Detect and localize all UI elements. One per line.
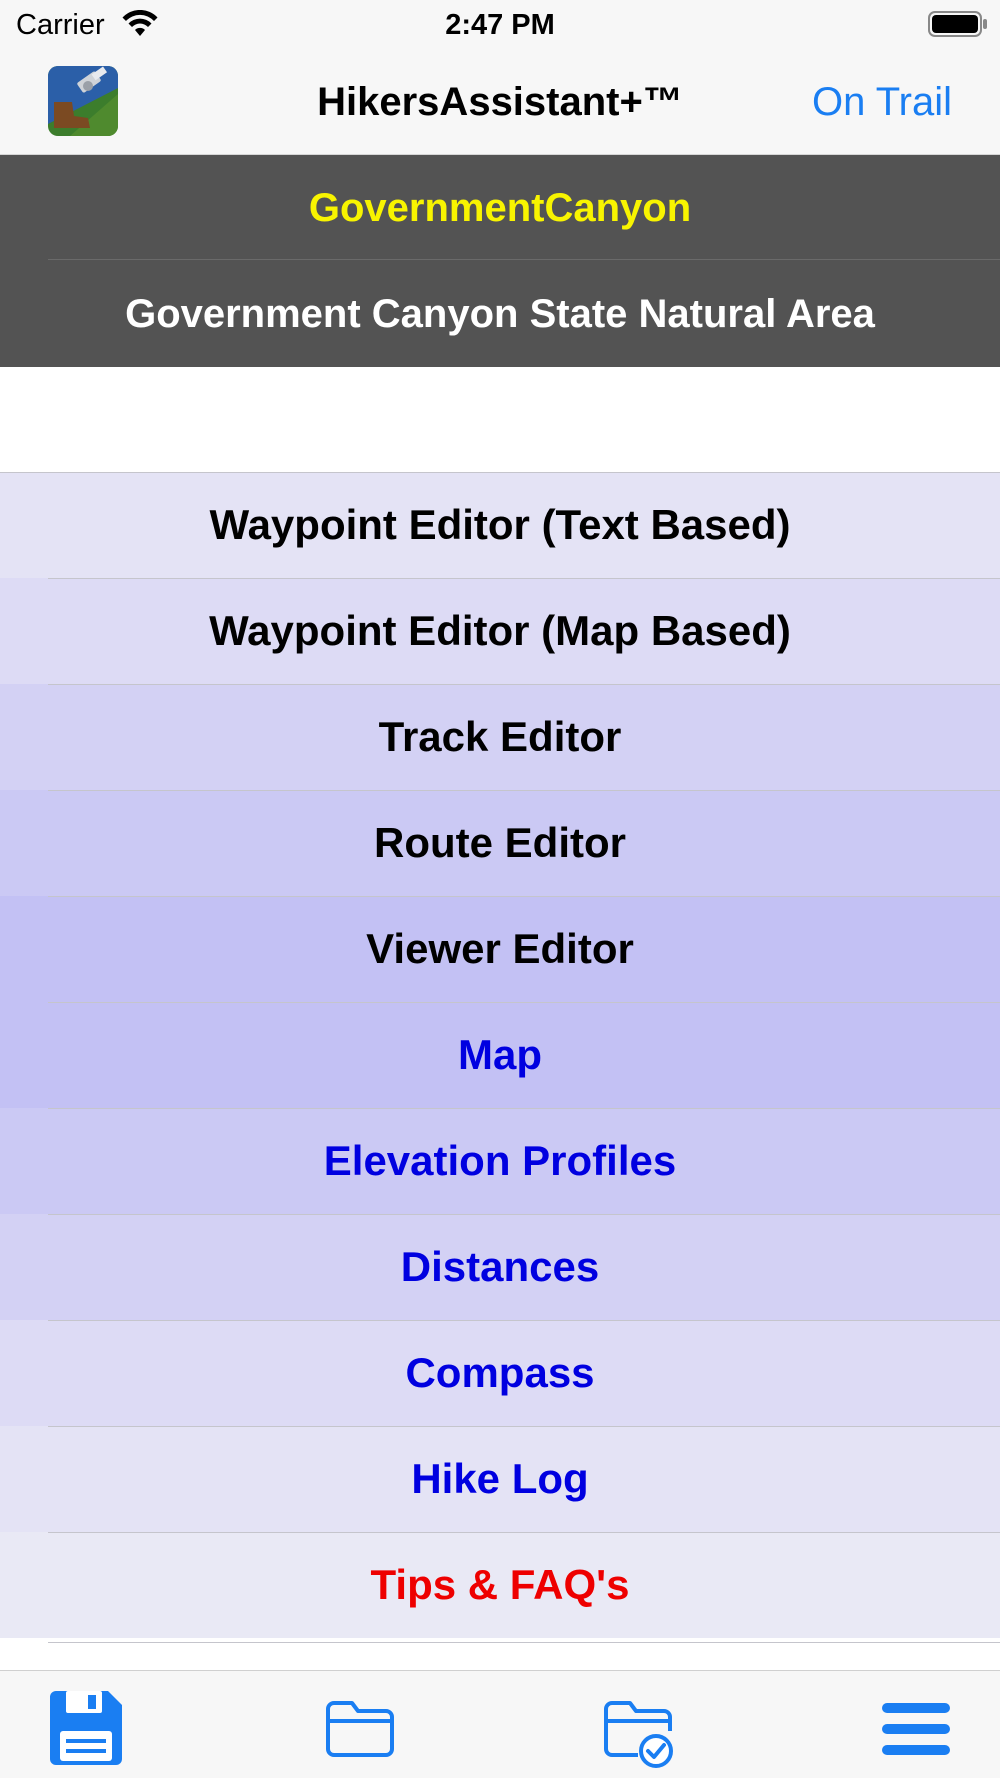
menu-icon[interactable] (876, 1689, 956, 1769)
nav-title: HikersAssistant+™ (317, 80, 683, 124)
menu-item-label: Hike Log (411, 1455, 589, 1502)
navigation-bar: HikersAssistant+™ On Trail (0, 52, 1000, 155)
menu-list: Waypoint Editor (Text Based) Waypoint Ed… (0, 472, 1000, 1638)
tab-bar (0, 1670, 1000, 1778)
divider (0, 472, 1000, 473)
menu-item-label: Tips & FAQ's (370, 1561, 630, 1608)
menu-item-compass[interactable]: Compass (0, 1320, 1000, 1426)
divider (48, 790, 1000, 791)
menu-item-track-editor[interactable]: Track Editor (0, 684, 1000, 790)
divider (48, 259, 1000, 260)
on-trail-button[interactable]: On Trail (812, 76, 952, 128)
menu-item-route-editor[interactable]: Route Editor (0, 790, 1000, 896)
divider (48, 1532, 1000, 1533)
menu-item-hike-log[interactable]: Hike Log (0, 1426, 1000, 1532)
divider (48, 1320, 1000, 1321)
divider (48, 896, 1000, 897)
menu-item-elevation-profiles[interactable]: Elevation Profiles (0, 1108, 1000, 1214)
app-screen: Carrier 2:47 PM HikersAssistant+™ On Tra… (0, 0, 1000, 1778)
menu-item-distances[interactable]: Distances (0, 1214, 1000, 1320)
divider (48, 1002, 1000, 1003)
folder-check-icon[interactable] (598, 1689, 678, 1769)
menu-item-label: Track Editor (378, 713, 622, 760)
app-logo-icon[interactable] (48, 66, 118, 136)
status-bar: Carrier 2:47 PM (0, 0, 1000, 52)
save-disk-icon[interactable] (46, 1689, 126, 1769)
menu-item-label: Elevation Profiles (323, 1137, 677, 1184)
divider (48, 684, 1000, 685)
divider (48, 1214, 1000, 1215)
menu-item-waypoint-editor-map[interactable]: Waypoint Editor (Map Based) (0, 578, 1000, 684)
trail-id-header[interactable]: GovernmentCanyon (0, 155, 1000, 261)
divider (48, 1426, 1000, 1427)
spacer (0, 367, 1000, 472)
divider (48, 1108, 1000, 1109)
menu-item-label: Viewer Editor (366, 925, 634, 972)
menu-item-label: Waypoint Editor (Text Based) (209, 501, 791, 548)
menu-item-label: Map (458, 1031, 542, 1078)
menu-item-label: Waypoint Editor (Map Based) (209, 607, 791, 654)
battery-full-icon (928, 11, 987, 37)
menu-item-waypoint-editor-text[interactable]: Waypoint Editor (Text Based) (0, 472, 1000, 578)
folder-icon[interactable] (320, 1689, 400, 1769)
divider (48, 578, 1000, 579)
menu-item-label: Route Editor (374, 819, 626, 866)
menu-item-map[interactable]: Map (0, 1002, 1000, 1108)
menu-item-label: Distances (400, 1243, 600, 1290)
trail-name-header[interactable]: Government Canyon State Natural Area (0, 261, 1000, 367)
menu-item-label: Compass (405, 1349, 595, 1396)
menu-item-tips-faqs[interactable]: Tips & FAQ's (0, 1532, 1000, 1638)
status-time: 2:47 PM (445, 9, 555, 41)
divider (48, 1642, 1000, 1643)
menu-item-viewer-editor[interactable]: Viewer Editor (0, 896, 1000, 1002)
